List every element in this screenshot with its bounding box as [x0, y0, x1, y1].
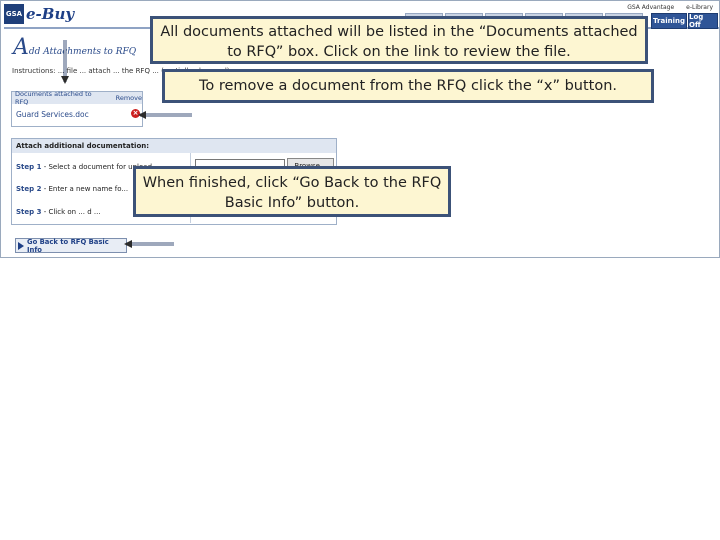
pointer-arrows: [61, 40, 192, 248]
